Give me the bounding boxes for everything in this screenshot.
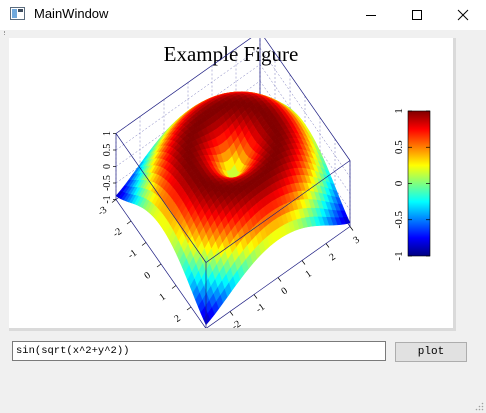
y-tick-mark	[325, 243, 330, 248]
toolbar-area	[0, 30, 486, 38]
y-tick-mark	[253, 294, 258, 299]
x-tick-label: 0	[142, 270, 152, 282]
surface-mesh	[115, 91, 351, 326]
plot-canvas[interactable]: Example Figure -3-2-10123 -3-2-10123 -1-…	[9, 38, 456, 331]
y-tick-label: 2	[327, 252, 337, 264]
toolbar-grip[interactable]	[4, 31, 8, 35]
y-tick-label: -2	[230, 319, 243, 328]
x-tick-mark	[141, 242, 147, 246]
z-tick-label: -1	[102, 195, 113, 203]
maximize-icon	[412, 10, 422, 20]
y-tick-label: 0	[279, 286, 289, 298]
app-window-icon	[10, 7, 25, 20]
y-tick-label: 3	[351, 235, 361, 247]
y-tick-label: -1	[254, 302, 267, 316]
minimize-icon	[366, 15, 376, 16]
x-tick-label: -2	[111, 226, 124, 240]
title-bar: MainWindow	[0, 0, 486, 30]
colorbar: 1 0.5 0 -0.5 -1	[393, 108, 431, 261]
colorbar-tick-label: 1	[393, 108, 405, 114]
colorbar-tick-label: 0	[393, 180, 405, 186]
y-tick-mark	[349, 226, 354, 231]
x-tick-mark	[171, 285, 177, 289]
window-title: MainWindow	[34, 6, 109, 21]
colorbar-tick-label: -0.5	[393, 211, 405, 229]
close-icon	[457, 9, 469, 21]
x-tick-mark	[186, 306, 192, 311]
x-tick-mark	[126, 220, 132, 225]
y-tick-label: 1	[303, 269, 313, 281]
y-tick-mark	[301, 260, 306, 265]
minimize-button[interactable]	[348, 0, 394, 30]
z-axis-ticks: -1 -0.5 0 0.5 1	[102, 131, 116, 204]
maximize-button[interactable]	[394, 0, 440, 30]
x-tick-label: -1	[126, 248, 139, 262]
y-tick-mark	[277, 277, 282, 282]
z-tick-label: 0.5	[102, 144, 113, 157]
z-tick-label: 0	[102, 164, 113, 169]
z-tick-label: 1	[102, 131, 113, 136]
z-tick-label: -0.5	[102, 175, 113, 191]
function-input[interactable]	[12, 341, 386, 361]
x-tick-label: -3	[96, 205, 109, 219]
colorbar-tick-label: 0.5	[393, 140, 405, 154]
close-button[interactable]	[440, 0, 486, 30]
colorbar-tick-label: -1	[393, 251, 405, 260]
x-tick-label: 1	[157, 292, 167, 304]
x-tick-mark	[156, 263, 162, 268]
x-tick-label: 2	[172, 313, 182, 325]
resize-grip-icon[interactable]	[474, 401, 484, 411]
surface-plot: -3-2-10123 -3-2-10123 -1-0.500.51 10.50-…	[96, 38, 431, 328]
y-tick-mark	[229, 311, 234, 316]
plot-button[interactable]: plot	[395, 342, 467, 362]
